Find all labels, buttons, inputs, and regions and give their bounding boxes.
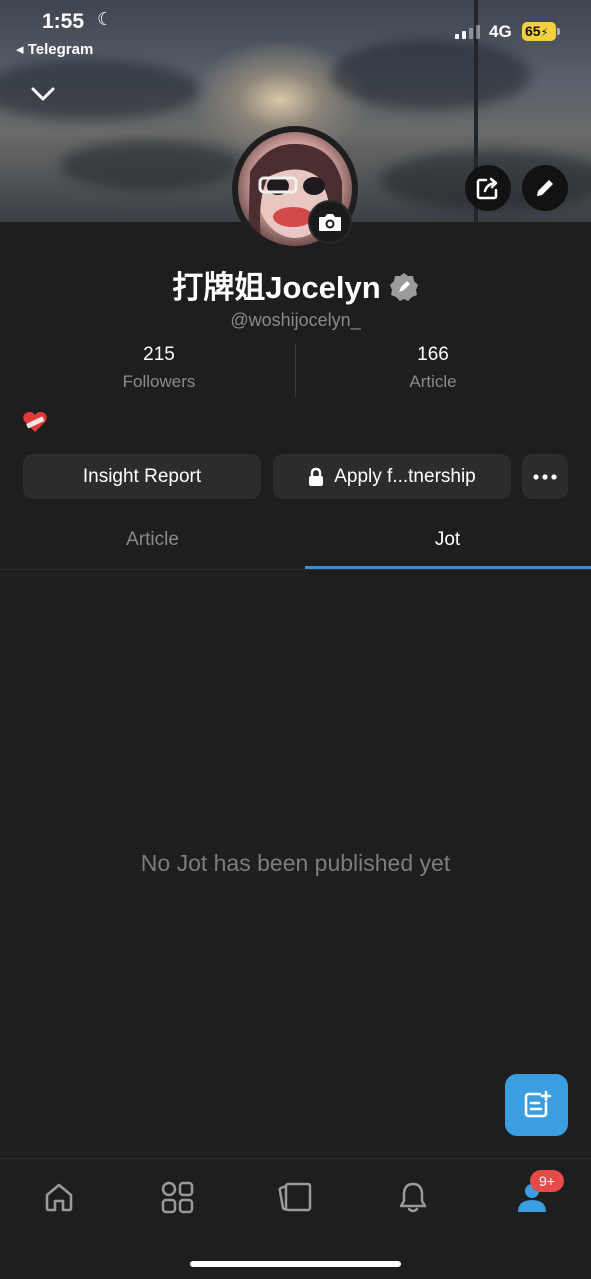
change-avatar-button[interactable] [308,200,352,244]
stat-articles[interactable]: 166 Article [296,344,570,392]
active-tab-indicator [305,566,591,569]
apply-partnership-label: Apply f...tnership [334,465,476,487]
share-icon [476,177,498,200]
back-to-app-link[interactable]: ◂ Telegram [16,40,93,58]
stat-label: Followers [122,372,196,391]
tab-article[interactable]: Article [5,515,300,569]
home-indicator[interactable] [190,1261,401,1267]
compose-jot-button[interactable] [505,1074,568,1136]
chevron-down-icon[interactable] [30,84,56,104]
network-label: 4G [489,22,512,41]
stat-label: Article [409,372,457,391]
compose-icon [524,1090,551,1118]
empty-state-message: No Jot has been published yet [140,850,451,876]
camera-icon [319,214,341,231]
profile-name: 打牌姐Jocelyn [172,270,381,305]
status-bar: 1:55 ☾ ◂ Telegram 4G 65⚡ [0,0,591,70]
mending-heart-icon [23,411,47,432]
cards-icon [278,1182,312,1212]
nav-cards[interactable] [275,1177,315,1217]
bell-icon [399,1182,427,1213]
back-app-label: Telegram [27,41,94,58]
content-tabs: Article Jot [0,515,591,570]
apps-grid-icon [161,1181,194,1214]
signal-icon [455,24,480,39]
battery-indicator: 65⚡ [522,22,560,41]
tab-jot[interactable]: Jot [300,515,591,569]
stat-value: 166 [417,344,449,365]
verified-badge-icon [389,273,418,301]
profile-name-row: 打牌姐Jocelyn [0,262,591,307]
status-time: 1:55 [42,10,85,33]
profile-handle: @woshijocelyn_ [230,310,361,330]
profile-stats: 215 Followers 166 Article [22,344,570,398]
apply-partnership-button[interactable]: Apply f...tnership [273,454,511,499]
share-button[interactable] [465,165,511,211]
edit-profile-button[interactable] [522,165,568,211]
nav-apps[interactable] [157,1177,197,1217]
notification-badge: 9+ [530,1170,564,1192]
more-dots-icon [533,473,557,480]
bio-emoji: ❤️‍🩹 [22,410,48,440]
home-icon [45,1183,73,1212]
insight-report-button[interactable]: Insight Report [23,454,261,499]
nav-notifications[interactable] [393,1177,433,1217]
nav-home[interactable] [39,1177,79,1217]
stat-followers[interactable]: 215 Followers [22,344,296,392]
moon-icon: ☾ [97,9,114,29]
stat-value: 215 [143,344,175,365]
insight-report-label: Insight Report [82,465,202,487]
lock-icon [309,467,324,486]
pencil-icon [537,180,553,196]
more-options-button[interactable] [522,454,568,499]
battery-level: 65 [525,23,541,39]
